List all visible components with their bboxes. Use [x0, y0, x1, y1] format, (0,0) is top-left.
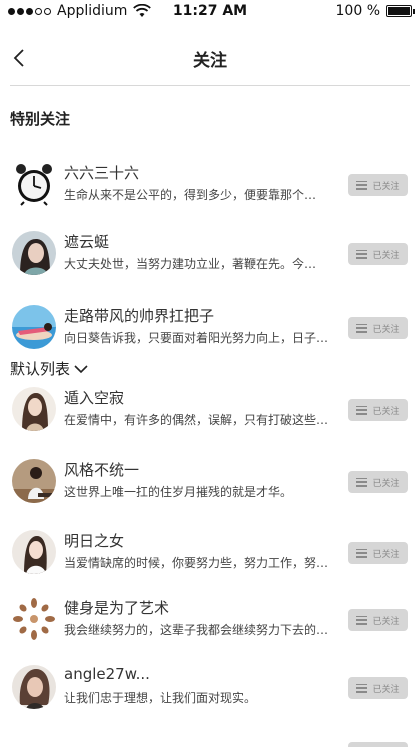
status-right: 100 % [335, 3, 415, 19]
followed-button-label: 已关注 [372, 181, 400, 192]
followed-button[interactable]: 已关注 [348, 399, 408, 421]
followed-button-label: 已关注 [372, 324, 400, 335]
status-bar: Applidium 11:27 AM 100 % [0, 0, 420, 22]
user-name: 风格不统一 [64, 461, 140, 479]
followed-button[interactable]: 已关注 [348, 542, 408, 564]
user-name: 六六三十六 [64, 164, 140, 182]
list-item[interactable]: 健身是为了艺术 我会继续努力的，这辈子我都会继续努力下去的… 已关注 [0, 597, 420, 657]
user-bio: 生命从来不是公平的，得到多少，便要靠那个… [64, 188, 317, 202]
portrait-avatar-icon [12, 387, 56, 431]
list-item[interactable]: 遁入空寂 在爱情中，有许多的偶然，误解，只有打破这些… 已关注 [0, 387, 420, 447]
followed-button-label: 已关注 [372, 549, 400, 560]
list-item[interactable]: 遮云蜓 大丈夫处世，当努力建功立业，著鞭在先。今… 已关注 [0, 231, 420, 291]
list-item[interactable]: 明日之女 当爱情缺席的时候，你要努力些，努力工作，努… 已关注 [0, 530, 420, 590]
battery-percent: 100 % [335, 3, 380, 19]
menu-lines-icon [356, 477, 368, 487]
followed-button[interactable]: 已关注 [348, 317, 408, 339]
portrait-avatar-icon [12, 665, 56, 709]
followed-button[interactable]: 已关注 [348, 243, 408, 265]
list-item-partial [348, 742, 408, 747]
followed-button[interactable]: 已关注 [348, 609, 408, 631]
avatar[interactable] [12, 387, 56, 431]
menu-lines-icon [356, 249, 368, 259]
portrait-avatar-icon [12, 231, 56, 275]
avatar[interactable] [12, 305, 56, 349]
followed-button[interactable]: 已关注 [348, 174, 408, 196]
user-bio: 大丈夫处世，当努力建功立业，著鞭在先。今… [64, 257, 317, 271]
menu-lines-icon [356, 405, 368, 415]
list-item[interactable]: angle27w... 让我们忠于理想，让我们面对现实。 已关注 [0, 665, 420, 725]
user-bio: 当爱情缺席的时候，你要努力些，努力工作，努… [64, 556, 329, 570]
followed-button-label: 已关注 [372, 250, 400, 261]
section-title-special: 特别关注 [10, 110, 71, 128]
list-item[interactable]: 风格不统一 这世界上唯一扛的住岁月摧残的就是才华。 已关注 [0, 459, 420, 519]
avatar[interactable] [12, 530, 56, 574]
section-title-default[interactable]: 默认列表 [10, 358, 88, 379]
list-item[interactable]: 走路带风的帅界扛把子 向日葵告诉我，只要面对着阳光努力向上，日子… 已关注 [0, 305, 420, 365]
followed-button[interactable]: 已关注 [348, 677, 408, 699]
followed-button[interactable]: 已关注 [348, 471, 408, 493]
list-item[interactable]: 六六三十六 生命从来不是公平的，得到多少，便要靠那个… 已关注 [0, 162, 420, 222]
avatar[interactable] [12, 665, 56, 709]
avatar[interactable] [12, 459, 56, 503]
portrait-avatar-icon [12, 530, 56, 574]
user-name: angle27w... [64, 665, 150, 683]
menu-lines-icon [356, 548, 368, 558]
user-bio: 在爱情中，有许多的偶然，误解，只有打破这些… [64, 413, 329, 427]
page-title: 关注 [193, 51, 227, 71]
nav-bar: 关注 [0, 22, 420, 86]
menu-lines-icon [356, 615, 368, 625]
menu-lines-icon [356, 180, 368, 190]
avatar[interactable] [12, 231, 56, 275]
followed-button-label: 已关注 [372, 478, 400, 489]
user-name: 走路带风的帅界扛把子 [64, 307, 215, 325]
menu-lines-icon [356, 323, 368, 333]
followed-button-label: 已关注 [372, 684, 400, 695]
chevron-down-icon [74, 364, 88, 373]
alarm-clock-icon [12, 162, 56, 206]
nav-divider [10, 85, 410, 86]
user-name: 健身是为了艺术 [64, 599, 170, 617]
user-name: 遮云蜓 [64, 233, 110, 251]
user-bio: 我会继续努力的，这辈子我都会继续努力下去的… [64, 623, 329, 637]
battery-icon [386, 5, 415, 17]
floral-ornament-icon [12, 597, 56, 641]
user-bio: 向日葵告诉我，只要面对着阳光努力向上，日子… [64, 331, 329, 345]
user-bio: 这世界上唯一扛的住岁月摧残的就是才华。 [64, 485, 293, 499]
avatar[interactable] [12, 597, 56, 641]
user-name: 遁入空寂 [64, 389, 125, 407]
section-default-label: 默认列表 [10, 360, 71, 378]
followed-button-label: 已关注 [372, 406, 400, 417]
seated-figure-icon [12, 459, 56, 503]
followed-button-label: 已关注 [372, 616, 400, 627]
menu-lines-icon [356, 683, 368, 693]
user-bio: 让我们忠于理想，让我们面对现实。 [64, 691, 257, 705]
avatar[interactable] [12, 162, 56, 206]
beach-scene-icon [12, 305, 56, 349]
user-name: 明日之女 [64, 532, 125, 550]
